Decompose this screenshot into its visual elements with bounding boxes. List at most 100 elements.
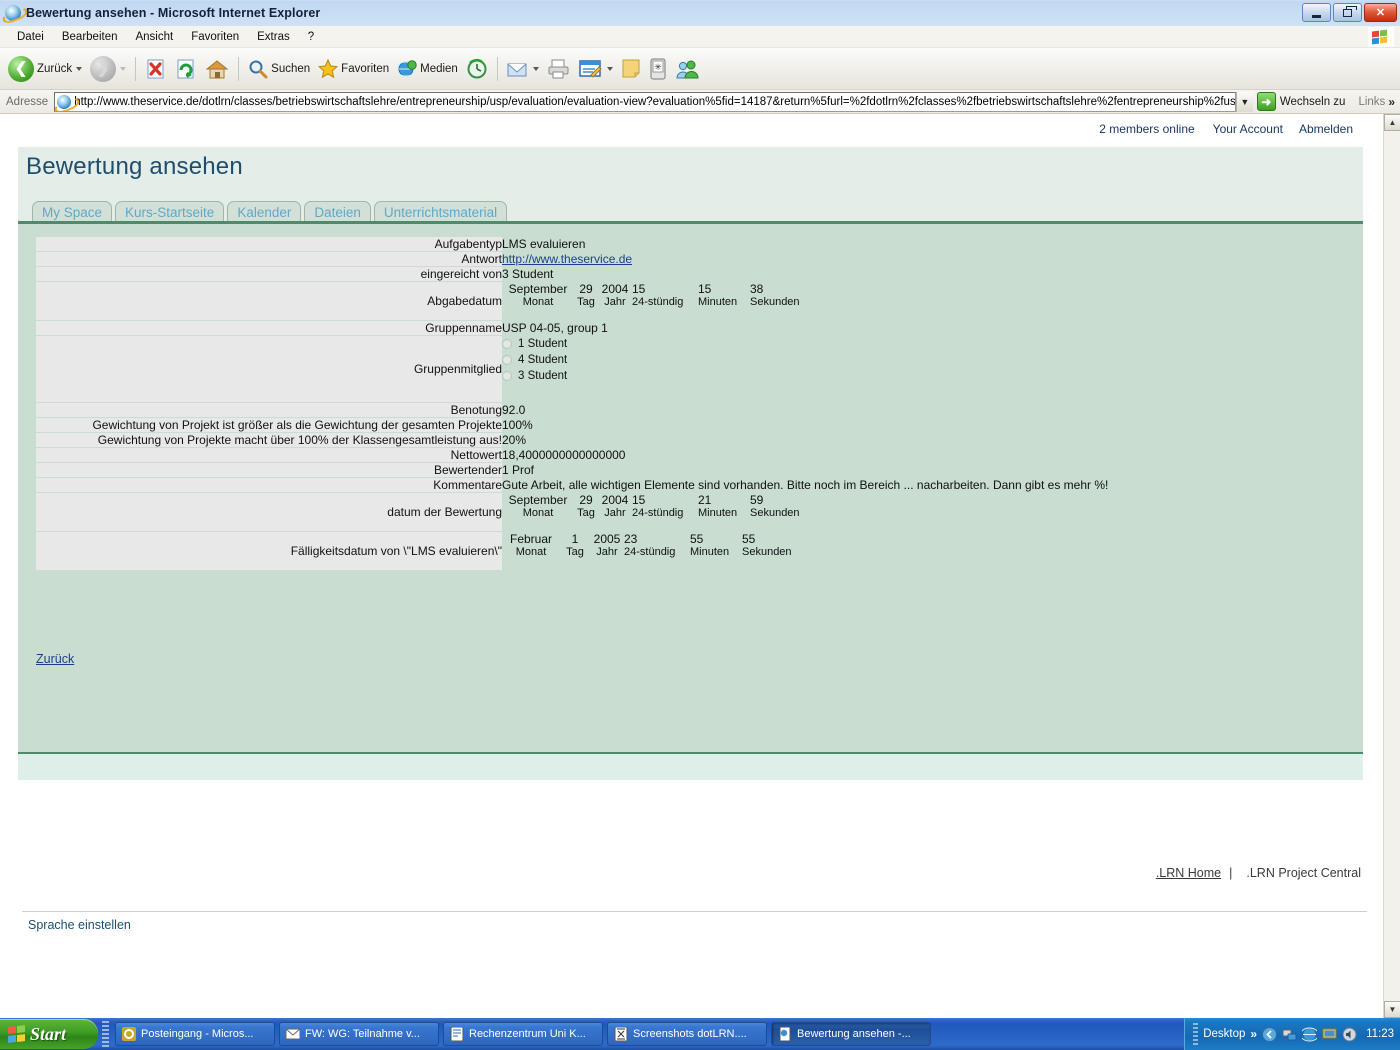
date-hour-label: 24-stündig <box>632 296 683 308</box>
globe-icon[interactable] <box>1302 1027 1317 1042</box>
row-label: Gewichtung von Projekte macht über 100% … <box>36 433 502 447</box>
messenger-button[interactable] <box>671 52 703 86</box>
taskbar-grip[interactable] <box>102 1021 109 1047</box>
date-year-label: Jahr <box>596 546 617 558</box>
history-icon <box>466 58 488 80</box>
address-url-text: http://www.theservice.de/dotlrn/classes/… <box>74 96 1235 108</box>
scroll-down-button[interactable]: ▼ <box>1384 1001 1400 1018</box>
radio-option[interactable]: 3 Student <box>502 368 1108 384</box>
menu-item-extras[interactable]: Extras <box>248 29 299 45</box>
tray-collapse-icon[interactable] <box>1262 1027 1277 1042</box>
links-label[interactable]: Links <box>1352 96 1385 108</box>
antwort-link[interactable]: http://www.theservice.de <box>502 252 632 266</box>
lrn-home-link[interactable]: .LRN Home <box>1156 866 1221 880</box>
table-row: Kommentare Gute Arbeit, alle wichtigen E… <box>36 478 1108 492</box>
menu-bar: Datei Bearbeiten Ansicht Favoriten Extra… <box>0 26 1400 48</box>
back-button[interactable]: ❮ Zurück <box>4 52 86 86</box>
taskbar-item-label: FW: WG: Teilnahme v... <box>305 1028 420 1040</box>
menu-item-ansicht[interactable]: Ansicht <box>126 29 182 45</box>
taskbar-item-outlook[interactable]: Posteingang - Micros... <box>115 1022 275 1046</box>
close-button[interactable]: ✕ <box>1364 3 1397 22</box>
search-button[interactable]: Suchen <box>244 52 314 86</box>
row-label: Nettowert <box>36 448 502 462</box>
date-hour-label: 24-stündig <box>624 546 675 558</box>
history-button[interactable] <box>462 52 492 86</box>
back-dropdown-icon[interactable] <box>76 67 82 71</box>
forward-arrow-icon: ❯ <box>90 56 116 82</box>
scroll-up-button[interactable]: ▲ <box>1384 114 1400 131</box>
tray-grip[interactable] <box>1193 1023 1198 1045</box>
network-icon[interactable] <box>1282 1027 1297 1042</box>
menu-item-datei[interactable]: Datei <box>8 29 53 45</box>
mail-dropdown-icon[interactable] <box>533 67 539 71</box>
refresh-button[interactable] <box>171 52 201 86</box>
edit-button[interactable] <box>575 52 617 86</box>
home-button[interactable] <box>201 52 233 86</box>
page-title: Bewertung ansehen <box>26 153 243 181</box>
radio-icon[interactable] <box>502 339 512 349</box>
date-second-value: 38 <box>750 282 763 296</box>
footer-divider <box>22 911 1367 912</box>
start-button[interactable]: Start <box>0 1019 98 1049</box>
pda-icon: ✳ <box>649 58 667 80</box>
menu-item-bearbeiten[interactable]: Bearbeiten <box>53 29 127 45</box>
forward-button[interactable]: ❯ <box>86 52 130 86</box>
notes-button[interactable] <box>617 52 645 86</box>
media-button[interactable]: Medien <box>393 52 462 86</box>
date-group: SeptemberMonat 29Tag 2004Jahr 1524-stünd… <box>502 493 1108 519</box>
row-label: Gruppenname <box>36 321 502 335</box>
go-arrow-icon: ➜ <box>1257 92 1276 111</box>
date-hour-label: 24-stündig <box>632 507 683 519</box>
desktop-label[interactable]: Desktop <box>1203 1028 1245 1040</box>
row-value: 3 Student <box>502 267 1108 281</box>
address-dropdown-button[interactable]: ▼ <box>1236 92 1253 112</box>
menu-item-favoriten[interactable]: Favoriten <box>182 29 248 45</box>
your-account-link[interactable]: Your Account <box>1205 122 1291 136</box>
radio-option[interactable]: 4 Student <box>502 352 1108 368</box>
radio-option[interactable]: 1 Student <box>502 336 1108 352</box>
table-row: Antwort http://www.theservice.de <box>36 252 1108 266</box>
mail-button[interactable] <box>503 52 543 86</box>
menu-item-help[interactable]: ? <box>299 29 323 45</box>
row-label: datum der Bewertung <box>36 493 502 531</box>
radio-icon[interactable] <box>502 355 512 365</box>
radio-label: 4 Student <box>518 354 567 366</box>
print-button[interactable] <box>543 52 575 86</box>
clock[interactable]: 11:23 <box>1366 1028 1394 1040</box>
date-second-label: Sekunden <box>750 296 800 308</box>
back-link[interactable]: Zurück <box>36 652 74 666</box>
taskbar-item-label: Screenshots dotLRN.... <box>633 1028 747 1040</box>
table-row: Abgabedatum SeptemberMonat 29Tag 2004Jah… <box>36 282 1108 320</box>
tray-expand-chevron-icon[interactable]: » <box>1250 1027 1257 1041</box>
logout-link[interactable]: Abmelden <box>1291 122 1361 136</box>
sound-icon[interactable] <box>1342 1027 1357 1042</box>
stop-button[interactable] <box>141 52 171 86</box>
table-row: Gewichtung von Projekte macht über 100% … <box>36 433 1108 447</box>
address-input[interactable]: http://www.theservice.de/dotlrn/classes/… <box>54 92 1236 112</box>
date-year-value: 2004 <box>602 493 629 507</box>
links-chevron-icon[interactable]: » <box>1385 95 1400 109</box>
date-month-value: September <box>509 282 568 296</box>
taskbar-item-imaging[interactable]: Screenshots dotLRN.... <box>607 1022 767 1046</box>
note-icon <box>621 59 641 79</box>
language-settings-link[interactable]: Sprache einstellen <box>28 918 131 932</box>
members-online-text: 2 members online <box>1089 122 1204 136</box>
date-second-label: Sekunden <box>750 507 800 519</box>
forward-dropdown-icon[interactable] <box>120 67 126 71</box>
edit-dropdown-icon[interactable] <box>607 67 613 71</box>
vertical-scrollbar[interactable]: ▲ ▼ <box>1383 114 1400 1018</box>
minimize-button[interactable] <box>1302 3 1331 22</box>
display-icon[interactable] <box>1322 1027 1337 1042</box>
restore-button[interactable] <box>1333 3 1362 22</box>
taskbar-item-document[interactable]: Rechenzentrum Uni K... <box>443 1022 603 1046</box>
taskbar-item-mail[interactable]: FW: WG: Teilnahme v... <box>279 1022 439 1046</box>
taskbar-item-ie[interactable]: Bewertung ansehen -... <box>771 1022 931 1046</box>
pda-button[interactable]: ✳ <box>645 52 671 86</box>
radio-icon[interactable] <box>502 371 512 381</box>
row-value: SeptemberMonat 29Tag 2004Jahr 1524-stünd… <box>502 282 1108 320</box>
evaluation-table: Aufgabentyp LMS evaluieren Antwort http:… <box>36 236 1108 571</box>
back-label: Zurück <box>37 63 72 75</box>
date-day-label: Tag <box>577 507 595 519</box>
favorites-button[interactable]: Favoriten <box>314 52 393 86</box>
go-button[interactable]: ➜ Wechseln zu <box>1253 92 1353 111</box>
